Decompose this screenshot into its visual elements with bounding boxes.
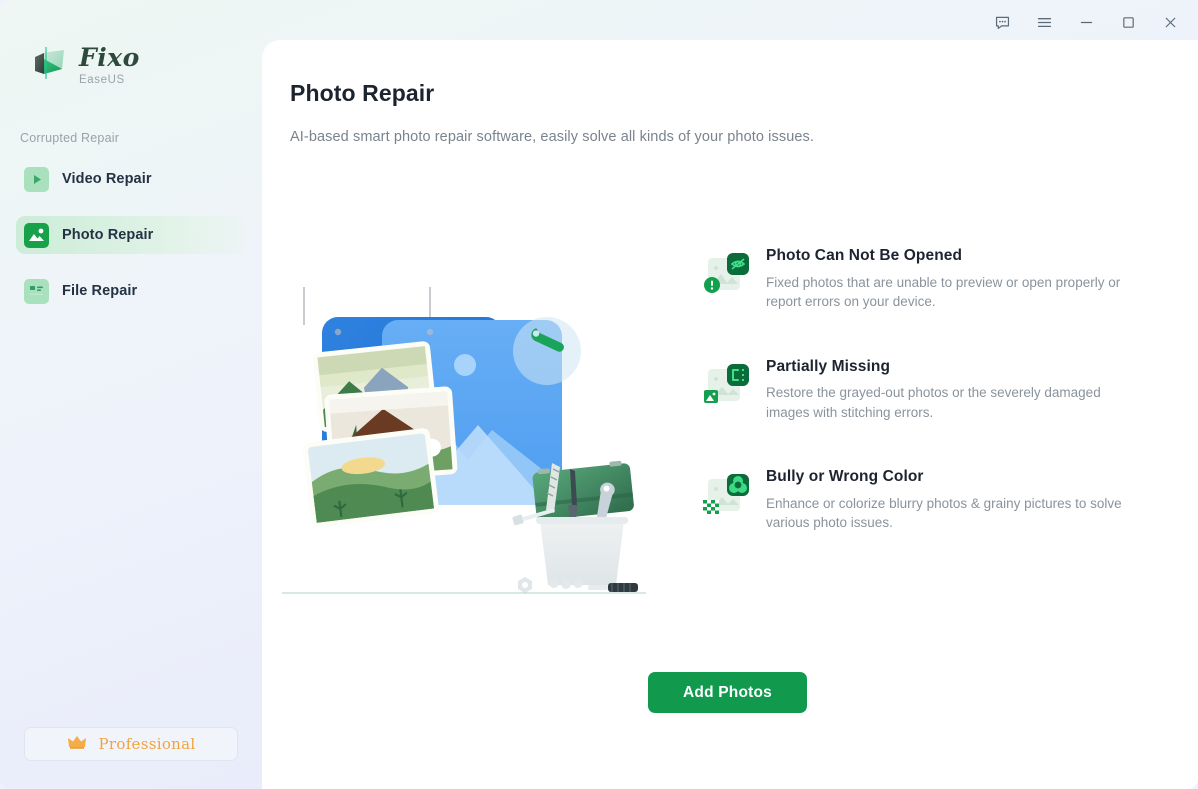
sidebar-item-photo-repair[interactable]: Photo Repair [16,216,246,254]
photo-cannot-open-icon [702,252,750,300]
sidebar-item-file-repair[interactable]: File Repair [16,272,246,310]
page-title: Photo Repair [290,80,435,106]
sidebar: Fixo EaseUS Corrupted Repair Video Repai… [0,0,262,789]
feature-item: Bully or Wrong Color Enhance or colorize… [702,469,1122,533]
maximize-icon[interactable] [1108,7,1148,37]
photo-repair-illustration [282,285,682,605]
add-photos-button[interactable]: Add Photos [648,672,807,713]
feature-desc: Restore the grayed-out photos or the sev… [766,385,1101,420]
photo-repair-icon [24,222,49,248]
fixo-logo-icon [30,44,70,84]
brand-sub: EaseUS [79,74,125,86]
sidebar-item-label: Photo Repair [62,227,154,243]
feature-desc: Fixed photos that are unable to preview … [766,274,1121,310]
feature-title: Partially Missing [766,357,891,375]
partially-missing-icon [702,363,750,411]
crown-icon [67,734,87,755]
sidebar-item-label: Video Repair [62,171,152,187]
checkerboard [703,500,719,515]
menu-icon[interactable] [1024,7,1064,37]
feature-list: Photo Can Not Be Opened Fixed photos tha… [702,248,1122,580]
video-repair-icon [24,166,49,192]
close-icon[interactable] [1150,7,1190,37]
sidebar-nav: Video Repair Photo Repair File Repair [16,160,246,328]
brand-logo: Fixo EaseUS [30,44,140,86]
sidebar-item-label: File Repair [62,283,138,299]
feature-desc: Enhance or colorize blurry photos & grai… [766,495,1122,531]
wrong-color-icon [702,473,750,521]
brand-name: Fixo [79,43,140,72]
page-subtitle: AI-based smart photo repair software, ea… [290,129,815,145]
app-window: Fixo EaseUS Corrupted Repair Video Repai… [0,0,1198,789]
title-bar [262,0,1198,44]
feature-item: Partially Missing Restore the grayed-out… [702,359,1122,423]
feedback-icon[interactable] [982,7,1022,37]
professional-upgrade-button[interactable]: Professional [24,727,238,761]
file-repair-icon [24,278,49,304]
feature-title: Photo Can Not Be Opened [766,247,963,264]
content-panel: Photo Repair AI-based smart photo repair… [262,40,1198,789]
sidebar-item-video-repair[interactable]: Video Repair [16,160,246,198]
sidebar-section-label: Corrupted Repair [20,131,120,145]
minimize-icon[interactable] [1066,7,1106,37]
feature-title: Bully or Wrong Color [766,468,924,486]
professional-label: Professional [98,735,196,753]
feature-item: Photo Can Not Be Opened Fixed photos tha… [702,248,1122,312]
